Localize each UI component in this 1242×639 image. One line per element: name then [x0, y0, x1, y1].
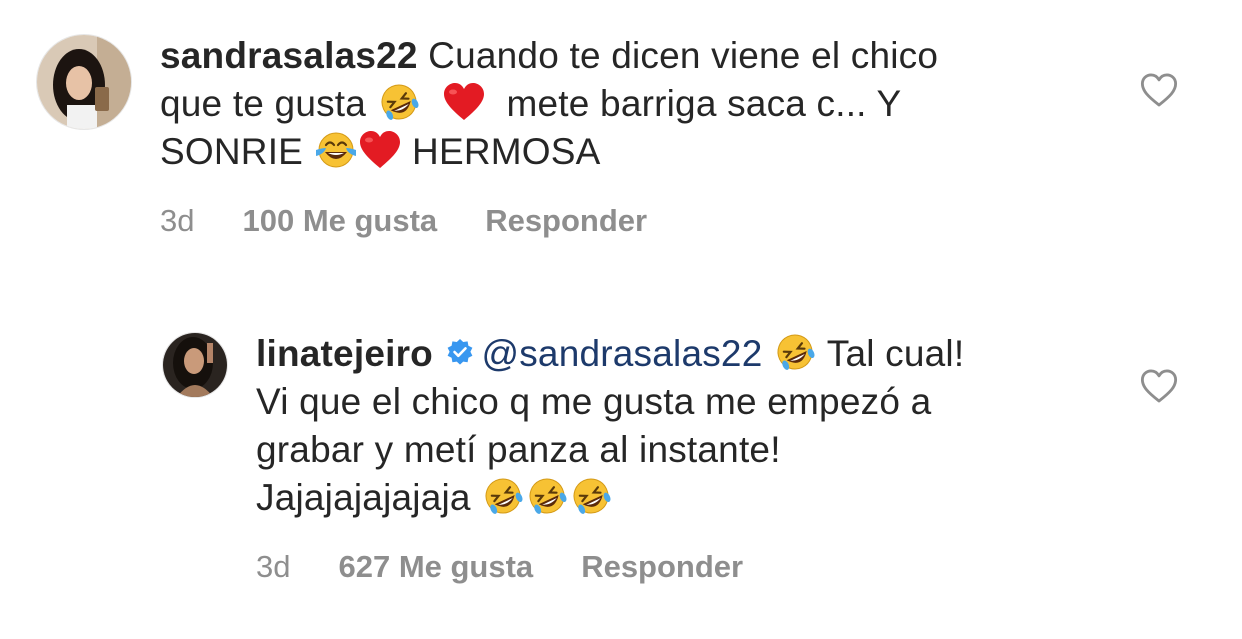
rolling-on-floor-laughing-emoji: [377, 82, 421, 122]
reply-meta: 3d 627 Me gusta Responder: [256, 549, 791, 585]
avatar[interactable]: [36, 34, 132, 130]
comment-body: HERMOSA: [412, 131, 601, 172]
reply-username[interactable]: linatejeiro: [256, 333, 433, 374]
heart-outline-icon[interactable]: [1140, 72, 1178, 108]
reply-body: Tal cual!: [826, 333, 965, 374]
reply-button[interactable]: Responder: [581, 549, 743, 584]
comment-body: SONRIE: [160, 131, 304, 172]
heart-outline-icon[interactable]: [1140, 368, 1178, 404]
comment-time: 3d: [160, 203, 195, 238]
reply-body: grabar y metí panza al instante!: [256, 429, 781, 470]
mention-link[interactable]: @sandrasalas22: [481, 333, 762, 374]
reply-body: Jajajajajajaja: [256, 477, 471, 518]
likes-count[interactable]: 627 Me gusta: [338, 549, 533, 584]
reply-text: linatejeiro @sandrasalas22 Tal cual! Vi …: [256, 330, 1136, 522]
likes-count[interactable]: 100 Me gusta: [242, 203, 437, 238]
red-heart-emoji: [358, 130, 402, 170]
comment-body: que te gusta: [160, 83, 367, 124]
rolling-on-floor-laughing-emoji: [481, 476, 525, 516]
face-with-tears-of-joy-emoji: [314, 130, 358, 170]
avatar[interactable]: [162, 332, 228, 398]
verified-badge-icon: [445, 338, 475, 368]
rolling-on-floor-laughing-emoji: [525, 476, 569, 516]
reply-button[interactable]: Responder: [485, 203, 647, 238]
comment-username[interactable]: sandrasalas22: [160, 35, 418, 76]
red-heart-emoji: [442, 82, 486, 122]
comment-text: sandrasalas22 Cuando te dicen viene el c…: [160, 32, 1120, 176]
rolling-on-floor-laughing-emoji: [773, 332, 817, 372]
reply-time: 3d: [256, 549, 291, 584]
comment-meta: 3d 100 Me gusta Responder: [160, 203, 695, 239]
reply-body: Vi que el chico q me gusta me empezó a: [256, 381, 932, 422]
rolling-on-floor-laughing-emoji: [569, 476, 613, 516]
comment-body: mete barriga saca c... Y: [506, 83, 902, 124]
comment-body: Cuando te dicen viene el chico: [428, 35, 939, 76]
